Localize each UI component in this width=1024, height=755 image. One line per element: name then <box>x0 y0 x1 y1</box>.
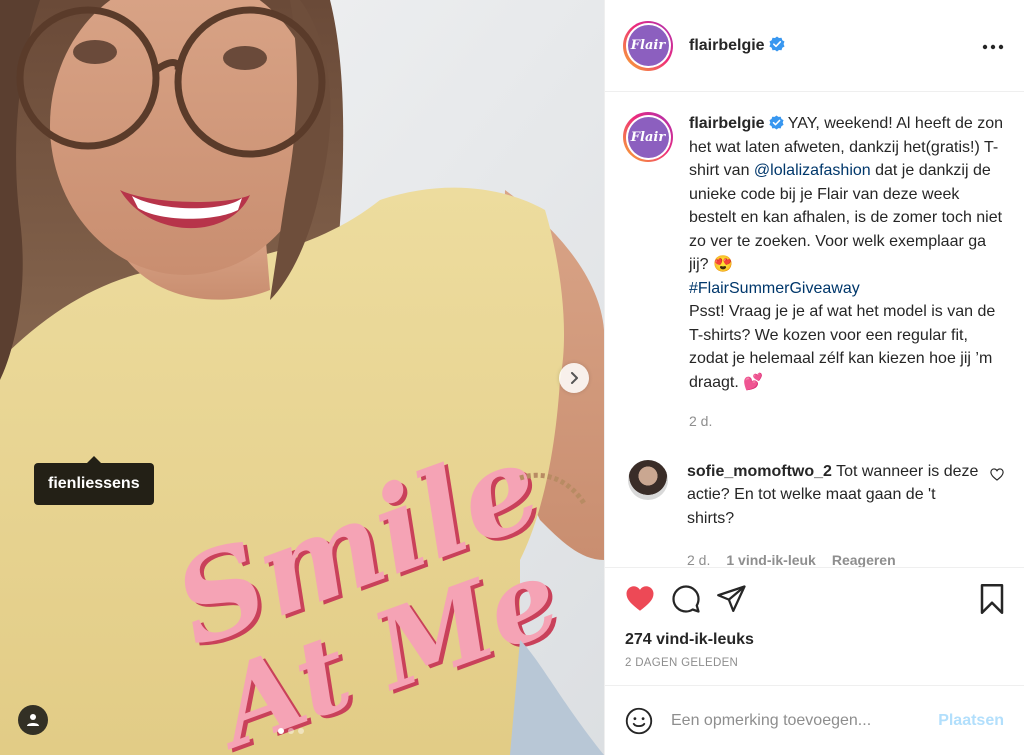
next-slide-button[interactable] <box>559 363 589 393</box>
more-options-button[interactable] <box>982 37 1004 54</box>
comment-item: sofie_momoftwo_2 Tot wanneer is deze act… <box>623 459 1004 568</box>
speech-bubble-icon <box>672 584 700 613</box>
caption-text: flairbelgie YAY, weekend! Al heeft de zo… <box>689 112 1004 434</box>
avatar-logo: Flair <box>627 116 669 158</box>
header-username-text: flairbelgie <box>689 37 765 54</box>
like-button[interactable] <box>625 585 655 612</box>
comments-area[interactable]: Flair flairbelgie YAY, weekend! Al heeft… <box>605 92 1024 567</box>
post-comment-button[interactable]: Plaatsen <box>938 712 1004 730</box>
avatar-border: Flair <box>625 114 671 160</box>
action-bar <box>605 567 1024 629</box>
add-comment-bar: Plaatsen <box>605 685 1024 755</box>
photo-illustration: Smile Smile At Me At Me <box>0 0 604 755</box>
post-date[interactable]: 2 DAGEN GELEDEN <box>605 657 1024 685</box>
post-photo[interactable]: Smile Smile At Me At Me fienliessens <box>0 0 604 755</box>
carousel-dot <box>298 728 304 734</box>
user-tag-label[interactable]: fienliessens <box>34 456 154 505</box>
header-username[interactable]: flairbelgie <box>689 36 785 55</box>
avatar-border: Flair <box>625 23 671 68</box>
comment-like-button[interactable] <box>990 467 1004 485</box>
instagram-post-modal: Smile Smile At Me At Me fienliessens Fla… <box>0 0 1024 755</box>
comment-username[interactable]: sofie_momoftwo_2 <box>687 463 832 480</box>
comment-meta: 2 d. 1 vind-ik-leuk Reageren <box>687 549 987 567</box>
caption-text-part-3: Psst! Vraag je je af wat het model is va… <box>689 303 996 391</box>
mention-link[interactable]: @lolalizafashion <box>754 162 871 179</box>
caption-avatar[interactable]: Flair <box>623 112 673 162</box>
commenter-avatar[interactable] <box>628 459 668 500</box>
likes-count[interactable]: 274 vind-ik-leuks <box>605 629 1024 657</box>
reply-button[interactable]: Reageren <box>832 549 896 567</box>
user-tag-text: fienliessens <box>48 475 140 492</box>
comment-button[interactable] <box>671 584 701 614</box>
tagged-users-button[interactable] <box>18 705 48 735</box>
caption-timestamp[interactable]: 2 d. <box>689 410 1004 434</box>
paper-plane-icon <box>717 584 746 612</box>
comment-timestamp[interactable]: 2 d. <box>687 549 710 567</box>
save-button[interactable] <box>978 583 1006 614</box>
chevron-right-icon <box>571 372 578 384</box>
comment-input[interactable] <box>671 711 939 730</box>
carousel-indicator <box>278 728 304 734</box>
comment-text: sofie_momoftwo_2 Tot wanneer is deze act… <box>687 460 987 568</box>
smiley-icon <box>625 707 653 734</box>
user-icon <box>27 714 39 726</box>
emoji-button[interactable] <box>625 707 653 735</box>
carousel-dot <box>278 728 284 734</box>
profile-avatar[interactable]: Flair <box>623 20 673 71</box>
share-button[interactable] <box>717 584 747 613</box>
verified-badge-icon <box>769 36 785 52</box>
comment-likes[interactable]: 1 vind-ik-leuk <box>726 549 815 567</box>
caption-username[interactable]: flairbelgie <box>689 115 765 132</box>
bookmark-icon <box>980 583 1004 614</box>
carousel-dot <box>288 728 294 734</box>
verified-badge-icon <box>769 115 784 130</box>
avatar-logo: Flair <box>627 25 669 66</box>
heart-filled-icon <box>626 586 654 611</box>
heart-outline-icon <box>990 467 1004 481</box>
ellipsis-icon <box>982 44 1004 50</box>
post-header: Flair flairbelgie <box>605 0 1024 92</box>
hashtag-link[interactable]: #FlairSummerGiveaway <box>689 280 860 297</box>
caption: Flair flairbelgie YAY, weekend! Al heeft… <box>623 112 1004 434</box>
post-side-panel: Flair flairbelgie Flair flairbelgie YAY,… <box>604 0 1024 755</box>
